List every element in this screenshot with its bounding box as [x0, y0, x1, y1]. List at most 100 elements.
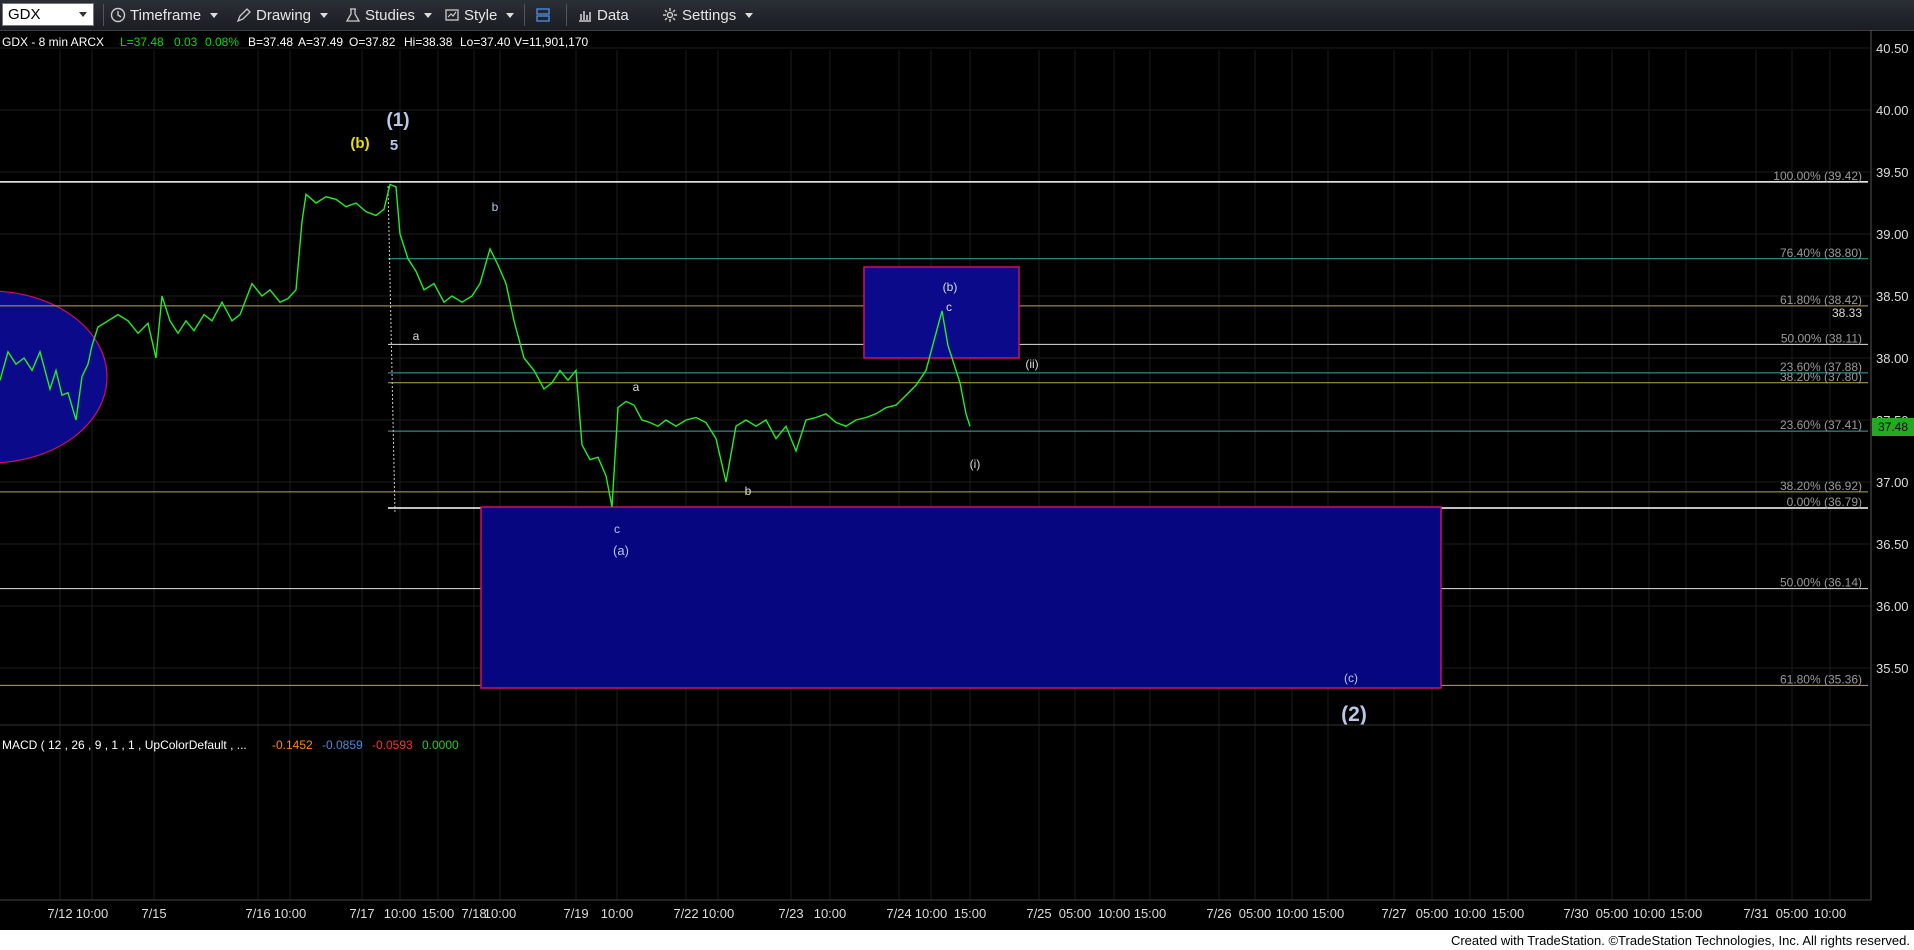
time-tick-label: 7/27 [1381, 906, 1406, 921]
wave-label: 5 [390, 137, 398, 154]
pencil-icon [236, 8, 251, 23]
timeframe-label: Timeframe [130, 6, 202, 24]
settings-menu[interactable]: Settings [662, 5, 754, 25]
drawing-menu[interactable]: Drawing [236, 5, 329, 25]
volume: V=11,901,170 [514, 35, 589, 49]
time-tick-label: 15:00 [1134, 906, 1167, 921]
time-tick-label: 10:00 [915, 906, 948, 921]
chart-grid [0, 47, 1871, 900]
copyright-text: Created with TradeStation. ©TradeStation… [1450, 933, 1910, 948]
price-tick-label: 36.50 [1876, 537, 1909, 552]
macd-diff: -0.0593 [372, 738, 413, 752]
wave-label: (b) [350, 135, 369, 152]
fib-label: 0.00% (36.79) [1787, 495, 1862, 509]
time-tick-label: 05:00 [1596, 906, 1629, 921]
settings-label: Settings [682, 6, 737, 24]
symbol-value: GDX [8, 6, 41, 23]
time-tick-label: 15:00 [954, 906, 987, 921]
symbol-selector[interactable]: GDX [2, 3, 94, 26]
symbol-info: GDX - 8 min ARCX [2, 35, 104, 49]
studies-menu[interactable]: Studies [345, 5, 433, 25]
style-menu[interactable]: Style [444, 5, 515, 25]
wave-label: a [413, 329, 420, 343]
time-tick-label: 15:00 [422, 906, 455, 921]
ask-price: A=37.49 [298, 35, 343, 49]
time-tick-label: 7/16 [245, 906, 270, 921]
net-change: 0.03 [174, 35, 198, 49]
time-tick-label: 10:00 [1633, 906, 1666, 921]
wave-label: (a) [613, 543, 629, 558]
high-price: Hi=38.38 [404, 35, 453, 49]
price-axis: 40.5040.0039.5039.0038.5038.0037.5037.00… [1876, 41, 1909, 676]
fib-label: 38.20% (36.92) [1780, 479, 1862, 493]
time-tick-label: 7/12 [47, 906, 72, 921]
fib-label: 50.00% (36.14) [1780, 576, 1862, 590]
price-series-line [0, 183, 971, 507]
time-tick-label: 7/30 [1563, 906, 1588, 921]
time-tick-label: 15:00 [1492, 906, 1525, 921]
time-tick-label: 10:00 [702, 906, 735, 921]
studies-label: Studies [365, 6, 416, 24]
toolbar-divider [103, 4, 104, 26]
fib-label: 50.00% (38.11) [1781, 331, 1862, 345]
wave-label: b [492, 200, 499, 214]
fib-label: 100.00% (39.42) [1773, 169, 1862, 183]
low-price: Lo=37.40 [460, 35, 511, 49]
fib-label: 76.40% (38.80) [1780, 246, 1862, 260]
gear-icon [663, 8, 677, 22]
last-price-marker-label: 37.48 [1878, 420, 1908, 434]
macd-signal: -0.0859 [322, 738, 363, 752]
macd-title: MACD ( 12 , 26 , 9 , 1 , 1 , UpColorDefa… [2, 738, 247, 752]
wave-label: c [614, 522, 620, 536]
price-chart[interactable]: GDX - 8 min ARCX L=37.48 0.03 0.08% B=37… [0, 30, 1914, 930]
toolbar-divider [566, 4, 567, 26]
time-tick-label: 05:00 [1239, 906, 1272, 921]
chevron-down-icon [210, 12, 219, 18]
wave-label: (i) [970, 457, 981, 471]
chevron-down-icon [745, 12, 754, 18]
bid-price: B=37.48 [248, 35, 293, 49]
footer: Created with TradeStation. ©TradeStation… [0, 930, 1914, 950]
price-tick-label: 38.50 [1876, 289, 1909, 304]
fib-label: 23.60% (37.41) [1780, 418, 1862, 432]
time-tick-label: 10:00 [814, 906, 847, 921]
time-tick-label: 7/31 [1743, 906, 1768, 921]
studies-icon [345, 8, 361, 22]
time-tick-label: 10:00 [384, 906, 417, 921]
open-price: O=37.82 [349, 35, 396, 49]
price-tick-label: 40.50 [1876, 41, 1909, 56]
bar-chart-icon [579, 11, 591, 22]
timeframe-menu[interactable]: Timeframe [110, 5, 219, 25]
price-tick-label: 40.00 [1876, 103, 1909, 118]
target-box-c [480, 506, 1442, 689]
time-tick-label: 10:00 [1454, 906, 1487, 921]
wave-label: (2) [1341, 703, 1367, 726]
time-tick-label: 10:00 [1098, 906, 1131, 921]
time-tick-label: 7/25 [1026, 906, 1051, 921]
price-tick-label: 35.50 [1876, 661, 1909, 676]
time-tick-label: 7/23 [778, 906, 803, 921]
price-tick-label: 38.00 [1876, 351, 1909, 366]
price-tick-label: 39.00 [1876, 227, 1909, 242]
time-tick-label: 10:00 [601, 906, 634, 921]
time-tick-label: 7/17 [349, 906, 374, 921]
time-tick-label: 05:00 [1776, 906, 1809, 921]
data-menu[interactable]: Data [577, 5, 629, 25]
chevron-down-icon [506, 12, 515, 18]
wave-label: c [946, 300, 952, 314]
time-tick-label: 05:00 [1416, 906, 1449, 921]
fib-label: 38.20% (37.80) [1780, 370, 1862, 384]
toolbar-divider [524, 4, 525, 26]
time-tick-label: 7/15 [141, 906, 166, 921]
layout-button[interactable] [535, 5, 555, 25]
time-tick-label: 10:00 [1814, 906, 1847, 921]
pct-change: 0.08% [205, 35, 239, 49]
macd-value: -0.1452 [272, 738, 313, 752]
time-tick-label: 10:00 [484, 906, 517, 921]
wave-label: (1) [386, 110, 409, 131]
wave-label: (ii) [1025, 357, 1038, 371]
clock-icon [110, 7, 126, 23]
time-tick-label: 7/22 [673, 906, 698, 921]
layout-icon [536, 8, 550, 22]
price-tick-label: 36.00 [1876, 599, 1909, 614]
